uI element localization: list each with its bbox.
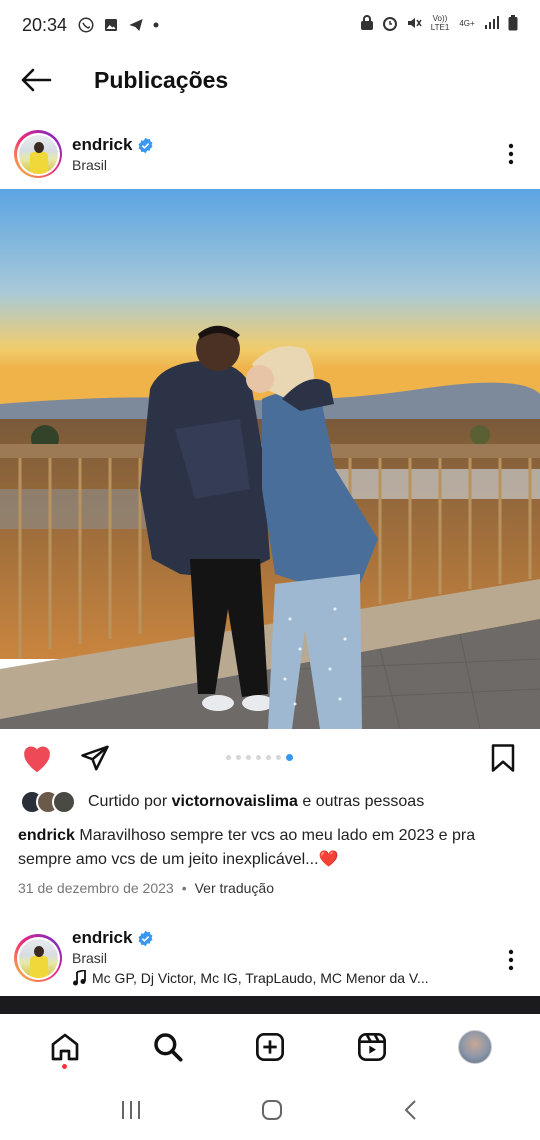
page-title: Publicações <box>94 66 229 93</box>
post-image[interactable] <box>0 189 540 729</box>
lock-icon <box>361 15 373 30</box>
nav-create[interactable] <box>240 1017 300 1077</box>
carousel-dot-active <box>286 754 293 761</box>
network-label: Vo)) LTE1 <box>430 14 450 32</box>
nav-search[interactable] <box>138 1017 198 1077</box>
verified-badge-icon <box>138 930 153 946</box>
carousel-dot <box>266 755 271 760</box>
next-post-more-button[interactable] <box>496 940 526 980</box>
app-header: Publicações <box>0 52 540 108</box>
post-actions <box>0 738 540 778</box>
verified-badge-icon <box>138 137 153 153</box>
home-icon <box>51 1033 79 1061</box>
music-info[interactable]: Mc GP, Dj Victor, Mc IG, TrapLaudo, MC M… <box>72 970 496 986</box>
translate-link[interactable]: Ver tradução <box>195 880 274 896</box>
create-icon <box>255 1033 284 1061</box>
next-post-header: endrick Brasil Mc GP, Dj Victor, Mc IG, … <box>0 928 540 994</box>
caption-username[interactable]: endrick <box>18 827 75 844</box>
carousel-dot <box>276 755 281 760</box>
recent-apps-icon[interactable] <box>119 1099 143 1121</box>
mute-icon <box>408 18 422 28</box>
next-post-username[interactable]: endrick <box>72 928 132 948</box>
status-bar: 20:34 Vo)) LTE1 4G+ <box>0 0 540 50</box>
post-photo <box>0 189 540 729</box>
likes-user[interactable]: victornovaislima <box>172 793 298 811</box>
system-nav-bar <box>0 1080 540 1140</box>
more-options-button[interactable] <box>496 134 526 174</box>
bookmark-icon[interactable] <box>490 743 516 773</box>
location[interactable]: Brasil <box>72 157 496 173</box>
nav-home[interactable] <box>35 1017 95 1077</box>
avatar-image <box>18 134 58 174</box>
post-header: endrick Brasil <box>0 124 540 184</box>
carousel-dot <box>256 755 261 760</box>
music-text: Mc GP, Dj Victor, Mc IG, TrapLaudo, MC M… <box>92 970 429 986</box>
whatsapp-icon <box>78 17 94 33</box>
carousel-dot <box>226 755 231 760</box>
status-time: 20:34 <box>22 14 68 35</box>
next-post-avatar[interactable] <box>14 934 62 982</box>
profile-avatar <box>457 1030 492 1064</box>
carousel-dot <box>236 755 241 760</box>
heart-icon[interactable] <box>20 742 54 774</box>
notification-dot <box>62 1064 68 1069</box>
music-note-icon <box>73 970 86 986</box>
likes-summary[interactable]: Curtido por victornovaislima e outras pe… <box>20 790 424 814</box>
dot-icon <box>153 22 159 28</box>
next-post-location[interactable]: Brasil <box>72 950 496 966</box>
nav-profile[interactable] <box>445 1017 505 1077</box>
back-nav-icon[interactable] <box>401 1099 421 1121</box>
gallery-icon <box>105 19 118 31</box>
likes-suffix: e outras pessoas <box>302 793 425 810</box>
bottom-nav <box>0 1014 540 1080</box>
signal-icon <box>485 16 499 29</box>
liker-avatar <box>52 790 76 814</box>
alarm-icon <box>383 17 397 31</box>
more-vertical-icon <box>508 143 514 165</box>
status-left-icons <box>77 16 159 34</box>
post-caption: endrick Maravilhoso sempre ter vcs ao me… <box>18 824 523 872</box>
post-date: 31 de dezembro de 2023 <box>18 880 174 896</box>
date-separator: • <box>181 880 187 896</box>
username[interactable]: endrick <box>72 135 132 155</box>
status-right-icons: Vo)) LTE1 4G+ <box>360 14 518 32</box>
next-post-image[interactable] <box>0 996 540 1014</box>
caption-text: Maravilhoso sempre ter vcs ao meu lado e… <box>18 827 476 868</box>
search-icon <box>153 1033 183 1062</box>
liker-avatars <box>20 790 76 814</box>
post-date-line: 31 de dezembro de 2023 • Ver tradução <box>18 880 274 896</box>
more-vertical-icon <box>508 949 514 971</box>
battery-icon <box>508 15 518 31</box>
telegram-icon <box>129 19 143 31</box>
avatar-image <box>18 938 58 978</box>
avatar[interactable] <box>14 130 62 178</box>
carousel-dot <box>246 755 251 760</box>
network-gen: 4G+ <box>459 18 475 28</box>
home-button-icon[interactable] <box>260 1098 284 1122</box>
reels-icon <box>358 1033 387 1061</box>
share-icon[interactable] <box>80 743 110 773</box>
arrow-left-icon <box>21 68 52 92</box>
likes-prefix: Curtido por <box>88 793 168 810</box>
back-button[interactable] <box>6 52 66 108</box>
carousel-indicator <box>226 754 293 761</box>
nav-reels[interactable] <box>342 1017 402 1077</box>
